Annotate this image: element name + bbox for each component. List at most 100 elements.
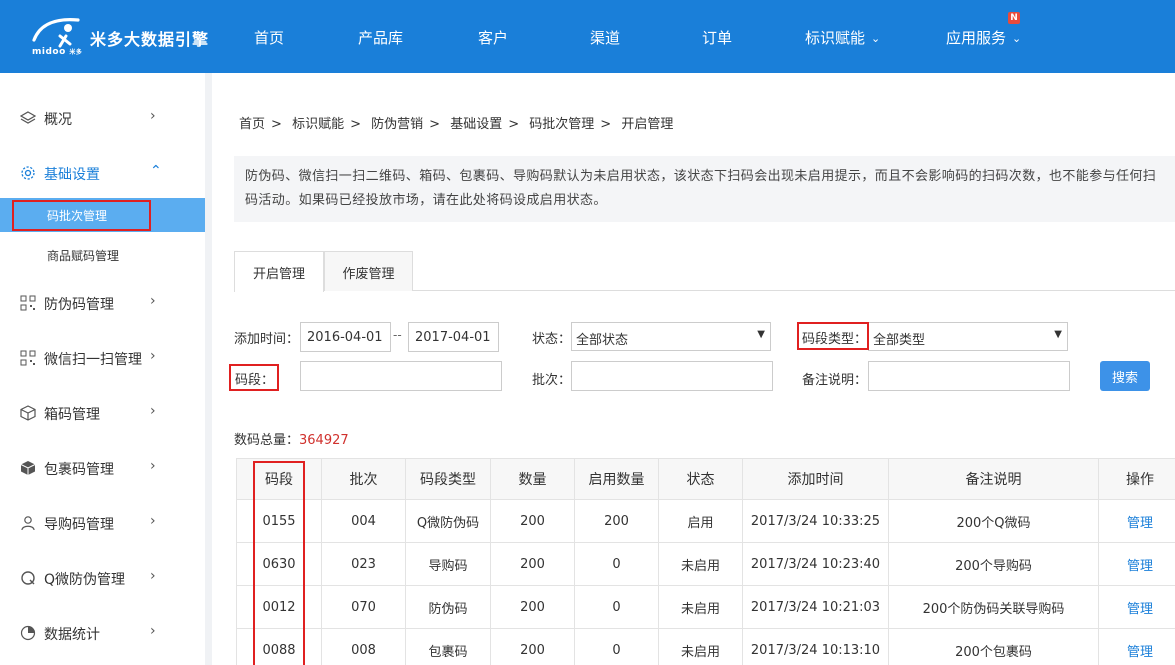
- breadcrumb-separator: >: [508, 117, 520, 132]
- breadcrumb: 首页 > 标识赋能 > 防伪营销 > 基础设置 > 码批次管理 > 开启管理: [239, 113, 679, 132]
- manage-link[interactable]: 管理: [1098, 542, 1175, 586]
- sidebar-item-q-anti-counterfeit[interactable]: Q微防伪管理 ›: [0, 558, 205, 598]
- segment-input[interactable]: [300, 361, 502, 391]
- table-row: 0012 070 防伪码 200 0 未启用 2017/3/24 10:21:0…: [236, 585, 1175, 629]
- table-cell: 2017/3/24 10:23:40: [742, 542, 889, 586]
- nav-app-services[interactable]: 应用服务 ⌄: [946, 27, 1021, 48]
- column-header: 添加时间: [742, 458, 889, 500]
- chevron-right-icon: ›: [150, 568, 156, 584]
- sidebar-item-label: 箱码管理: [44, 407, 100, 423]
- chevron-right-icon: ›: [150, 513, 156, 529]
- sidebar-item-label: 码批次管理: [47, 209, 108, 223]
- chevron-up-icon: ⌃: [150, 163, 162, 179]
- code-type-label: 码段类型：: [802, 332, 868, 347]
- table-cell: 200: [490, 542, 575, 586]
- date-from-input[interactable]: [300, 322, 391, 352]
- sidebar-item-label: 微信扫一扫管理: [44, 352, 142, 368]
- nav-home[interactable]: 首页: [254, 27, 284, 48]
- chevron-right-icon: ›: [150, 623, 156, 639]
- table-cell: 0: [574, 628, 659, 665]
- chevron-right-icon: ›: [150, 348, 156, 364]
- sidebar-item-basic-settings[interactable]: 基础设置 ⌃: [0, 153, 205, 193]
- batch-input[interactable]: [571, 361, 773, 391]
- caret-down-icon: ▼: [1054, 329, 1062, 340]
- qrcode-icon: [20, 295, 36, 311]
- breadcrumb-item[interactable]: 首页: [239, 117, 265, 132]
- remark-label: 备注说明：: [802, 373, 868, 388]
- sidebar-item-guide-code[interactable]: 导购码管理 ›: [0, 503, 205, 543]
- nav-identity-empower[interactable]: 标识赋能 ⌄: [805, 27, 880, 48]
- status-select[interactable]: 全部状态 ▼: [571, 322, 771, 351]
- table-header-row: 码段 批次 码段类型 数量 启用数量 状态 添加时间 备注说明 操作: [236, 458, 1175, 500]
- table-cell: 未启用: [658, 585, 743, 629]
- column-header: 状态: [658, 458, 743, 500]
- remark-input[interactable]: [868, 361, 1070, 391]
- chevron-right-icon: ›: [150, 403, 156, 419]
- sidebar: 概况 › 基础设置 ⌃ 码批次管理 商品赋码管理 防伪码管理 › 微信扫一扫管理…: [0, 73, 212, 665]
- tab-void-management[interactable]: 作废管理: [324, 251, 413, 291]
- midoo-logo[interactable]: midoo 米多: [30, 14, 90, 58]
- sidebar-item-overview[interactable]: 概况 ›: [0, 98, 205, 138]
- tab-bar: 开启管理 作废管理: [234, 251, 1175, 292]
- sidebar-item-label: 概况: [44, 112, 72, 128]
- new-badge: N: [1008, 12, 1020, 24]
- table-cell: 0155: [236, 499, 322, 543]
- breadcrumb-item[interactable]: 基础设置: [450, 117, 502, 132]
- column-header: 批次: [321, 458, 406, 500]
- code-total-label: 数码总量：: [234, 433, 300, 448]
- code-total-value: 364927: [299, 433, 349, 448]
- chevron-right-icon: ›: [150, 458, 156, 474]
- breadcrumb-item[interactable]: 标识赋能: [292, 117, 344, 132]
- breadcrumb-separator: >: [600, 117, 612, 132]
- user-icon: [21, 516, 35, 531]
- table-cell: 200: [490, 585, 575, 629]
- nav-orders[interactable]: 订单: [702, 27, 732, 48]
- sidebar-subitem-product-coding[interactable]: 商品赋码管理: [0, 238, 205, 272]
- table-cell: 0: [574, 585, 659, 629]
- tab-enable-management[interactable]: 开启管理: [234, 251, 324, 292]
- logo-text: midoo 米多: [32, 47, 83, 57]
- table-row: 0630 023 导购码 200 0 未启用 2017/3/24 10:23:4…: [236, 542, 1175, 586]
- code-total: 数码总量：364927: [234, 429, 349, 448]
- qrcode-icon: [20, 350, 36, 366]
- sidebar-item-package-code[interactable]: 包裹码管理 ›: [0, 448, 205, 488]
- nav-product-library[interactable]: 产品库: [358, 27, 403, 48]
- chevron-down-icon: ⌄: [1012, 32, 1022, 45]
- sidebar-item-wechat-scan[interactable]: 微信扫一扫管理 ›: [0, 338, 205, 378]
- breadcrumb-current: 开启管理: [621, 117, 674, 132]
- column-header: 码段: [236, 458, 322, 500]
- manage-link[interactable]: 管理: [1098, 585, 1175, 629]
- manage-link[interactable]: 管理: [1098, 628, 1175, 665]
- table-cell: 070: [321, 585, 406, 629]
- nav-customer[interactable]: 客户: [478, 27, 508, 48]
- sidebar-subitem-batch-management[interactable]: 码批次管理: [0, 198, 205, 232]
- nav-channel[interactable]: 渠道: [590, 27, 620, 48]
- breadcrumb-separator: >: [271, 117, 282, 132]
- table-cell: 2017/3/24 10:33:25: [742, 499, 889, 543]
- table-cell: 200: [490, 499, 575, 543]
- sidebar-item-label: 数据统计: [44, 627, 100, 643]
- table-cell: 防伪码: [405, 585, 491, 629]
- code-type-select[interactable]: 全部类型 ▼: [868, 322, 1068, 351]
- manage-link[interactable]: 管理: [1098, 499, 1175, 543]
- info-notice: 防伪码、微信扫一扫二维码、箱码、包裹码、导购码默认为未启用状态，该状态下扫码会出…: [234, 156, 1175, 222]
- breadcrumb-item[interactable]: 码批次管理: [529, 117, 594, 132]
- sidebar-item-label: 基础设置: [44, 167, 100, 183]
- breadcrumb-item[interactable]: 防伪营销: [371, 117, 423, 132]
- table-cell: 004: [321, 499, 406, 543]
- date-to-input[interactable]: [408, 322, 499, 352]
- table-cell: 未启用: [658, 542, 743, 586]
- table-cell: 0012: [236, 585, 322, 629]
- sidebar-item-box-code[interactable]: 箱码管理 ›: [0, 393, 205, 433]
- search-button[interactable]: 搜索: [1100, 361, 1150, 391]
- table-cell: 0: [574, 542, 659, 586]
- breadcrumb-separator: >: [429, 117, 441, 132]
- sidebar-item-label: 包裹码管理: [44, 462, 114, 478]
- column-header: 备注说明: [888, 458, 1099, 500]
- sidebar-item-statistics[interactable]: 数据统计 ›: [0, 613, 205, 653]
- brand-title: 米多大数据引擎: [90, 30, 210, 49]
- table-row: 0155 004 Q微防伪码 200 200 启用 2017/3/24 10:3…: [236, 499, 1175, 543]
- sidebar-item-anti-counterfeit[interactable]: 防伪码管理 ›: [0, 283, 205, 323]
- status-label: 状态：: [532, 332, 572, 347]
- package-icon: [20, 461, 36, 475]
